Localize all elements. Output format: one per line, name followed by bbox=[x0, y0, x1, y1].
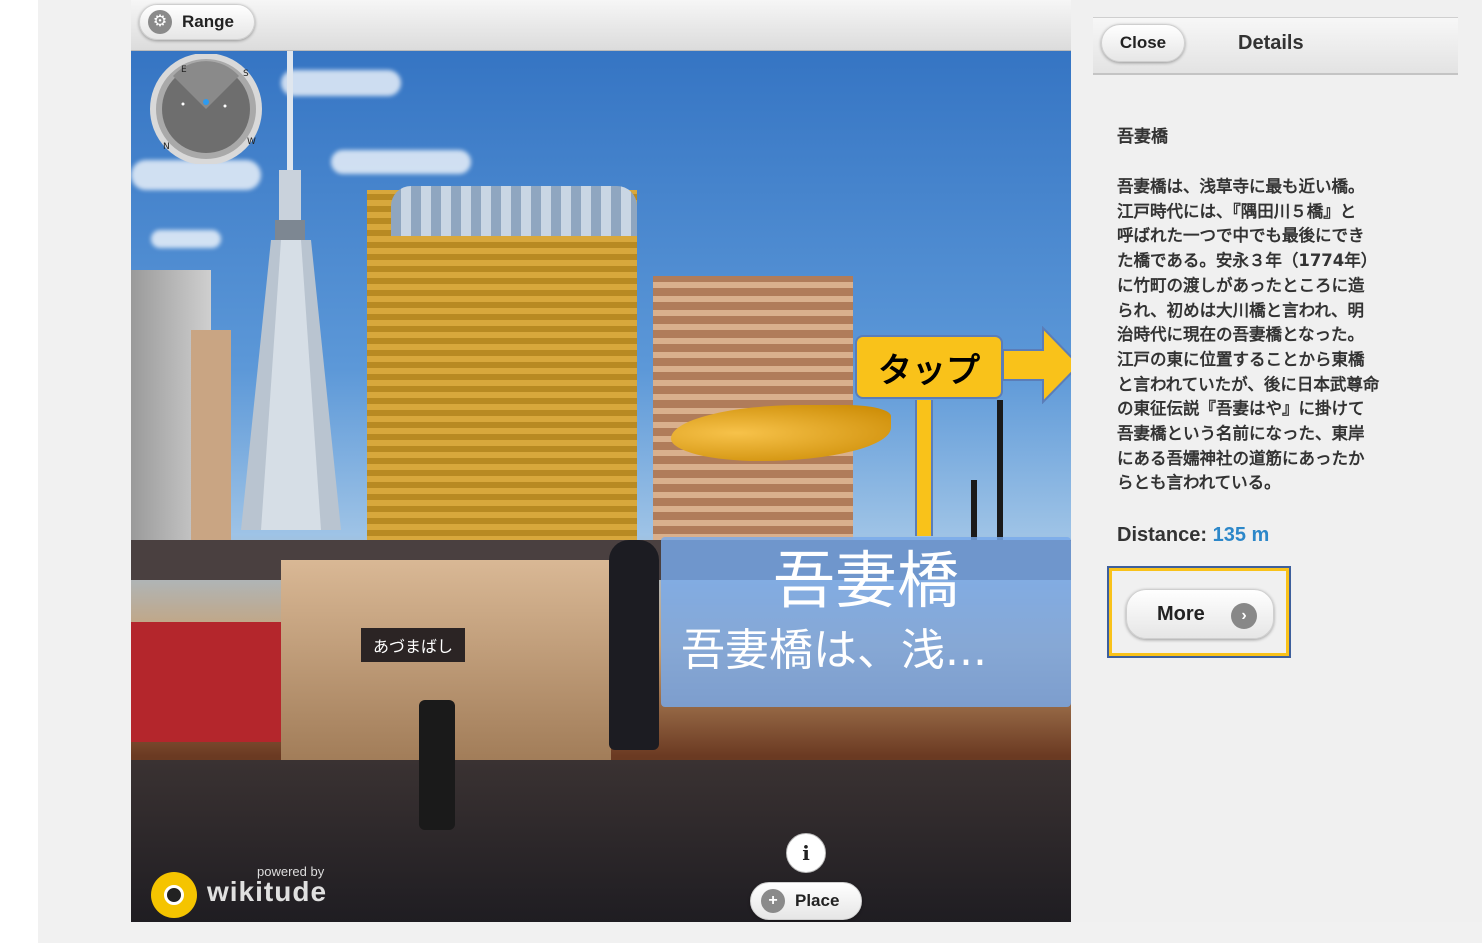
poi-subtitle: 吾妻橋は、浅... bbox=[681, 625, 987, 676]
place-label: Place bbox=[795, 891, 840, 910]
poi-title: 吾妻橋 bbox=[772, 544, 959, 617]
distance-value: 135 m bbox=[1212, 524, 1270, 546]
annotation-connector bbox=[915, 400, 933, 536]
gear-icon: ⚙ bbox=[148, 10, 172, 34]
bridge-sign-plate: あづまばし bbox=[361, 628, 465, 662]
more-label: More bbox=[1157, 602, 1205, 625]
ar-toolbar bbox=[131, 0, 1071, 51]
person bbox=[609, 540, 659, 750]
cloud bbox=[331, 150, 471, 174]
info-icon[interactable]: i bbox=[786, 833, 826, 873]
compass-s: S bbox=[243, 69, 249, 79]
tap-callout: タップ bbox=[855, 335, 1003, 399]
place-button[interactable]: + Place bbox=[750, 882, 862, 920]
red-railing bbox=[131, 622, 281, 742]
place-description: 吾妻橋は、浅草寺に最も近い橋。 江戸時代には、『隅田川５橋』と 呼ばれた一つで中… bbox=[1117, 177, 1380, 493]
details-title: Details bbox=[1238, 32, 1304, 54]
compass-e: E bbox=[181, 65, 187, 75]
more-highlight-frame: More › bbox=[1107, 566, 1291, 658]
radar-compass[interactable]: E S W N bbox=[143, 54, 269, 164]
cloud bbox=[151, 230, 221, 248]
plus-icon: + bbox=[761, 889, 785, 913]
compass-w: W bbox=[247, 137, 256, 147]
wikitude-wordmark: wikitude bbox=[207, 876, 328, 907]
compass-n: N bbox=[163, 142, 170, 152]
close-button[interactable]: Close bbox=[1101, 24, 1185, 62]
details-header: Close Details bbox=[1093, 17, 1458, 75]
wikitude-logo: powered by wikitude bbox=[151, 864, 351, 918]
place-name: 吾妻橋 bbox=[1117, 127, 1168, 147]
street-lamp bbox=[971, 480, 977, 540]
distance-row: Distance: 135 m bbox=[1117, 524, 1269, 547]
golden-building bbox=[367, 190, 637, 560]
building bbox=[191, 330, 231, 570]
range-label: Range bbox=[182, 12, 234, 31]
more-button[interactable]: More › bbox=[1126, 589, 1274, 639]
street-lamp bbox=[997, 400, 1003, 540]
distance-label: Distance: bbox=[1117, 524, 1208, 546]
poi-label[interactable]: 吾妻橋 吾妻橋は、浅... bbox=[661, 537, 1071, 707]
golden-building-top bbox=[391, 186, 637, 236]
bollard bbox=[419, 700, 455, 830]
details-panel: Close Details 吾妻橋 吾妻橋は、浅草寺に最も近い橋。 江戸時代には… bbox=[1071, 0, 1482, 922]
wikitude-eye-icon bbox=[151, 872, 197, 918]
range-button[interactable]: ⚙ Range bbox=[139, 4, 255, 40]
chevron-right-icon: › bbox=[1231, 603, 1257, 629]
